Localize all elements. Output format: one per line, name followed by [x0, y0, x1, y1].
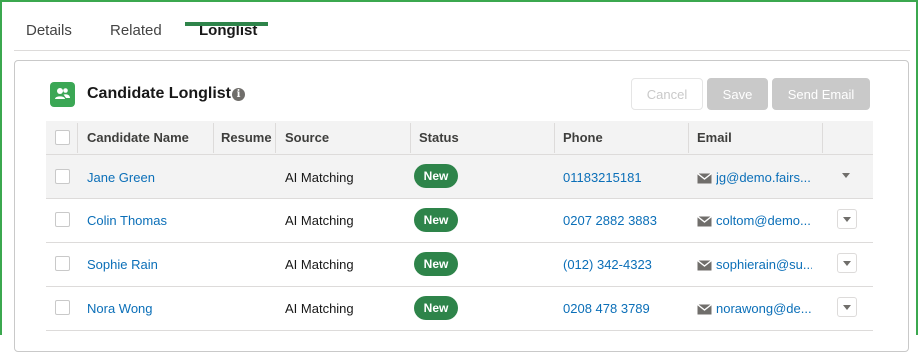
row-checkbox[interactable]	[55, 300, 70, 315]
column-divider	[275, 123, 276, 153]
phone-link[interactable]: 0208 478 3789	[563, 301, 650, 317]
email-link[interactable]: norawong@de...	[716, 301, 812, 317]
mail-icon	[697, 260, 712, 271]
save-button[interactable]: Save	[707, 78, 768, 110]
column-header-candidate-name[interactable]: Candidate Name	[87, 121, 189, 154]
chevron-down-icon	[843, 305, 851, 310]
source-cell: AI Matching	[285, 213, 354, 228]
column-divider	[213, 123, 214, 153]
column-header-status[interactable]: Status	[419, 121, 459, 154]
table-row[interactable]: Nora Wong AI Matching New 0208 478 3789 …	[46, 287, 873, 331]
row-actions-dropdown[interactable]	[837, 297, 857, 317]
column-header-phone[interactable]: Phone	[563, 121, 603, 154]
row-actions-dropdown[interactable]	[837, 166, 857, 186]
candidate-name-link[interactable]: Nora Wong	[87, 301, 153, 317]
phone-link[interactable]: 01183215181	[563, 170, 642, 186]
row-checkbox[interactable]	[55, 256, 70, 271]
column-divider	[688, 123, 689, 153]
email-link[interactable]: coltom@demo...	[716, 213, 812, 229]
column-header-email[interactable]: Email	[697, 121, 732, 154]
mail-icon	[697, 173, 712, 184]
row-actions-dropdown[interactable]	[837, 253, 857, 273]
column-divider	[410, 123, 411, 153]
column-divider	[554, 123, 555, 153]
chevron-down-icon	[843, 217, 851, 222]
column-header-source[interactable]: Source	[285, 121, 329, 154]
column-divider	[822, 123, 823, 153]
phone-link[interactable]: (012) 342-4323	[563, 257, 652, 273]
mail-icon	[697, 216, 712, 227]
table-header: Candidate Name Resume Source Status Phon…	[46, 121, 873, 155]
source-cell: AI Matching	[285, 301, 354, 316]
row-actions-dropdown[interactable]	[837, 209, 857, 229]
table-row[interactable]: Colin Thomas AI Matching New 0207 2882 3…	[46, 199, 873, 243]
column-header-resume[interactable]: Resume	[221, 121, 272, 154]
table-row[interactable]: Jane Green AI Matching New 01183215181 j…	[46, 155, 873, 199]
chevron-down-icon	[843, 261, 851, 266]
candidate-name-link[interactable]: Jane Green	[87, 170, 155, 186]
card-title: Candidate Longlist	[87, 85, 231, 102]
candidate-name-link[interactable]: Colin Thomas	[87, 213, 167, 229]
candidate-name-link[interactable]: Sophie Rain	[87, 257, 158, 273]
row-checkbox[interactable]	[55, 169, 70, 184]
tab-details[interactable]: Details	[26, 22, 72, 39]
send-email-button[interactable]: Send Email	[772, 78, 870, 110]
tab-bar: Details Related Longlist	[14, 22, 910, 51]
table-row[interactable]: Sophie Rain AI Matching New (012) 342-43…	[46, 243, 873, 287]
email-link[interactable]: jg@demo.fairs...	[716, 170, 812, 186]
phone-link[interactable]: 0207 2882 3883	[563, 213, 657, 229]
row-checkbox[interactable]	[55, 212, 70, 227]
status-badge: New	[414, 164, 458, 188]
email-link[interactable]: sophierain@su...	[716, 257, 812, 273]
active-tab-indicator	[185, 22, 268, 26]
tab-related[interactable]: Related	[110, 22, 162, 39]
source-cell: AI Matching	[285, 257, 354, 272]
chevron-down-icon	[842, 173, 850, 178]
info-icon[interactable]: i	[232, 88, 245, 101]
people-icon	[50, 82, 75, 107]
cancel-button[interactable]: Cancel	[631, 78, 703, 110]
select-all-checkbox[interactable]	[55, 130, 70, 145]
source-cell: AI Matching	[285, 170, 354, 185]
status-badge: New	[414, 296, 458, 320]
status-badge: New	[414, 208, 458, 232]
mail-icon	[697, 304, 712, 315]
status-badge: New	[414, 252, 458, 276]
column-divider	[77, 123, 78, 153]
